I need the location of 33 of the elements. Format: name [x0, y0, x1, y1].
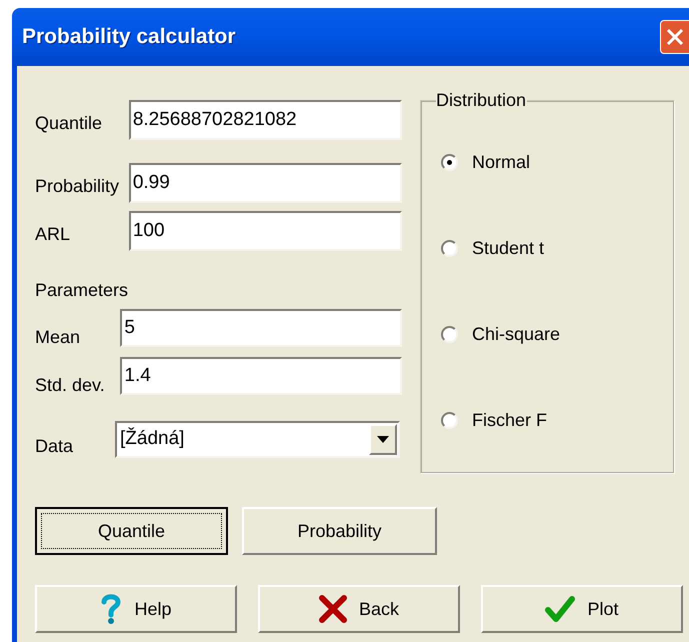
data-dropdown[interactable]: [Žádná]	[115, 421, 400, 458]
checkmark-icon	[545, 595, 576, 623]
field-label: Quantile	[35, 112, 104, 134]
radio-button[interactable]	[441, 240, 458, 256]
field-label: Mean	[35, 326, 82, 347]
field-label: Probability	[35, 175, 120, 197]
close-button[interactable]	[660, 20, 689, 54]
radio-button[interactable]	[441, 326, 458, 342]
radio-option[interactable]: Normal	[441, 150, 673, 174]
number-field[interactable]: 5	[120, 309, 402, 347]
calculate-button[interactable]: Probability	[242, 507, 437, 555]
caret-icon	[377, 436, 389, 443]
number-field[interactable]: 100	[128, 211, 402, 251]
calculate-button[interactable]: Quantile	[35, 507, 228, 555]
footer-button[interactable]: Back	[258, 585, 460, 633]
radio-option[interactable]: Chi-square	[441, 322, 673, 346]
radio-option[interactable]: Student t	[441, 236, 673, 260]
radio-button[interactable]	[441, 412, 458, 428]
footer-button[interactable]: Plot	[481, 585, 683, 633]
section-label: Parameters	[35, 279, 130, 301]
window-title: Probability calculator	[22, 24, 236, 50]
radio-button[interactable]	[441, 154, 458, 170]
number-field[interactable]: 0.99	[128, 163, 402, 203]
footer-button[interactable]: Help	[35, 585, 237, 633]
field-label: Std. dev.	[35, 374, 106, 395]
field-label: ARL	[35, 223, 72, 245]
radio-option[interactable]: Fischer F	[441, 408, 673, 432]
question-mark-icon	[100, 593, 122, 625]
number-field[interactable]: 8.25688702821082	[128, 100, 402, 140]
cross-icon	[318, 595, 347, 623]
close-icon	[665, 27, 685, 47]
field-label: Data	[35, 435, 74, 458]
number-field[interactable]: 1.4	[120, 357, 402, 395]
